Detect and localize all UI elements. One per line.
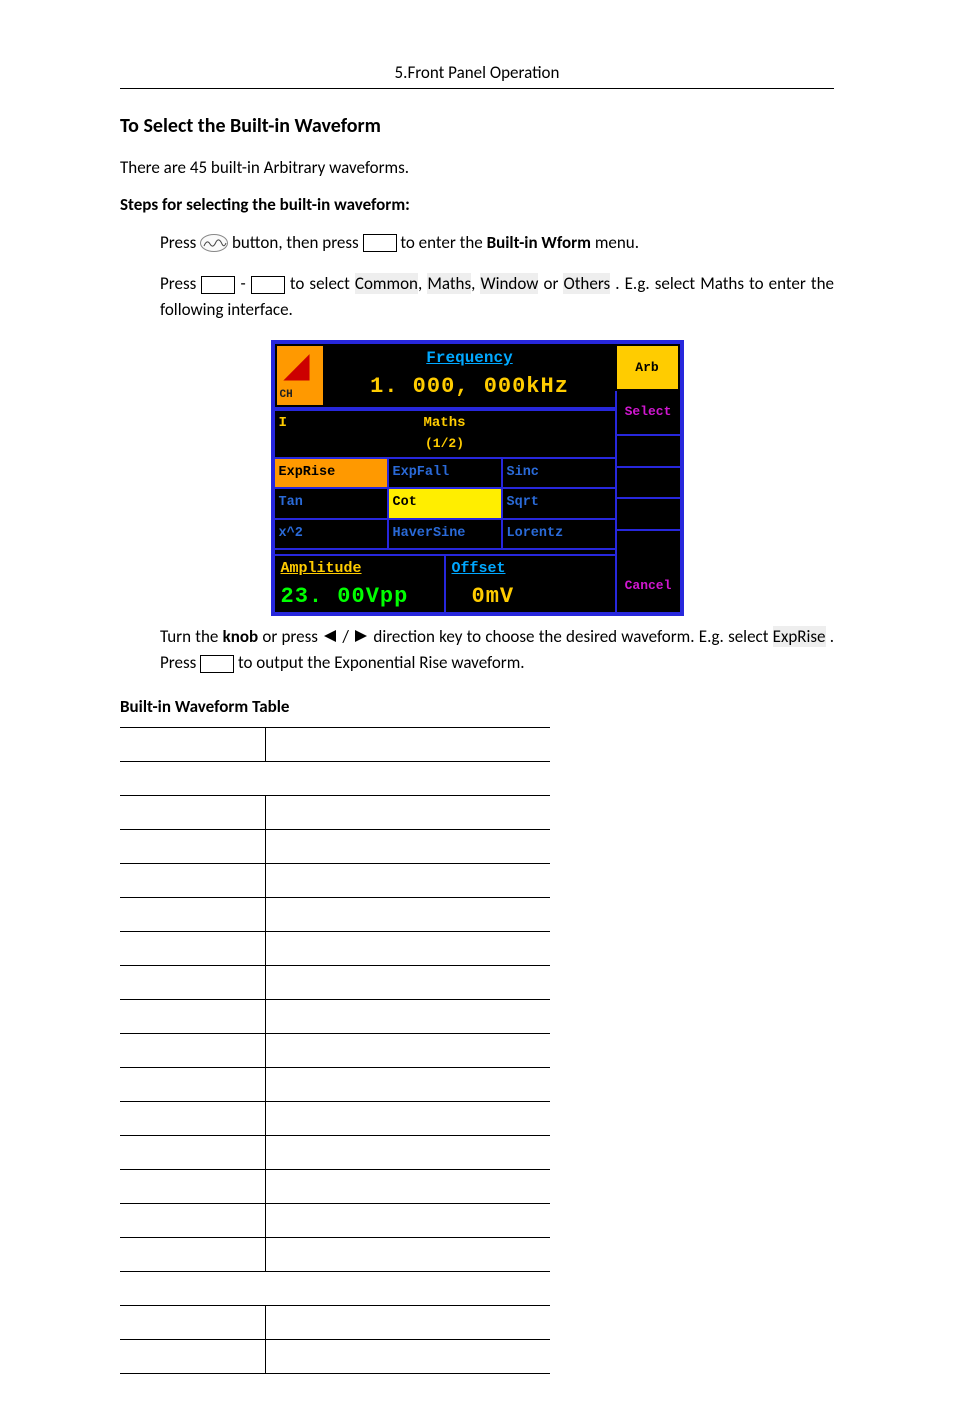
step1-a: Press bbox=[160, 232, 200, 253]
steps-heading: Steps for selecting the built-in wavefor… bbox=[120, 192, 834, 218]
step3-a: Turn the bbox=[160, 626, 223, 647]
channel-badge: ◢ CH bbox=[275, 344, 325, 407]
step3-c: direction key to choose the desired wave… bbox=[373, 626, 772, 647]
table-row bbox=[120, 728, 550, 762]
softkey-gap bbox=[615, 531, 680, 560]
table-row bbox=[120, 1000, 550, 1034]
table-row bbox=[120, 1068, 550, 1102]
softkey-placeholder-b bbox=[251, 276, 285, 294]
step1-e: menu. bbox=[595, 232, 639, 253]
page-header: 5.Front Panel Operation bbox=[120, 60, 834, 89]
softkey-placeholder bbox=[363, 234, 397, 252]
step2-a: Press bbox=[160, 273, 201, 294]
instrument-panel: ◢ CH Frequency 1. 000, 000kHz I Maths (1… bbox=[120, 340, 834, 616]
table-row bbox=[120, 1170, 550, 1204]
table-row bbox=[120, 830, 550, 864]
side-softkeys: Arb Select Cancel bbox=[615, 344, 680, 612]
grid-category: Maths bbox=[423, 415, 465, 431]
step-3: Turn the knob or press / direction key t… bbox=[160, 624, 834, 676]
frequency-label: Frequency bbox=[325, 346, 615, 370]
table-sep bbox=[120, 762, 550, 796]
cell-xsq[interactable]: x^2 bbox=[275, 520, 389, 548]
table-row bbox=[120, 1102, 550, 1136]
step1-c: to enter the bbox=[400, 232, 486, 253]
softkey-select[interactable]: Select bbox=[615, 391, 680, 436]
grid-page: (1/2) bbox=[425, 436, 464, 451]
hl-exprise: ExpRise bbox=[773, 626, 826, 647]
table-row bbox=[120, 796, 550, 830]
step3-e: to output the Exponential Rise waveform. bbox=[238, 652, 525, 673]
waveform-table bbox=[120, 727, 550, 1374]
table-heading: Built-in Waveform Table bbox=[120, 694, 834, 720]
hl-maths: Maths bbox=[427, 273, 471, 294]
grid-row-2: Tan Cot Sqrt bbox=[275, 489, 615, 519]
cell-cot[interactable]: Cot bbox=[389, 489, 503, 517]
table-row bbox=[120, 1238, 550, 1272]
waveform-grid: I Maths (1/2) ExpRise ExpFall Sinc Tan C… bbox=[275, 409, 615, 550]
table-row bbox=[120, 1340, 550, 1374]
left-arrow-icon bbox=[322, 625, 338, 651]
amplitude-label: Amplitude bbox=[281, 558, 438, 581]
table-row bbox=[120, 864, 550, 898]
softkey-blank-3[interactable] bbox=[615, 499, 680, 531]
cell-sinc[interactable]: Sinc bbox=[503, 459, 615, 487]
panel-bottom-row: Amplitude 23. 00Vpp Offset 0mV bbox=[275, 556, 615, 612]
offset-value: 0mV bbox=[452, 580, 609, 613]
table-row bbox=[120, 1204, 550, 1238]
cell-exprise[interactable]: ExpRise bbox=[275, 459, 389, 487]
hl-window: Window bbox=[480, 273, 538, 294]
panel-top-row: ◢ CH Frequency 1. 000, 000kHz bbox=[275, 344, 615, 409]
cell-expfall[interactable]: ExpFall bbox=[389, 459, 503, 487]
step2-sep: - bbox=[240, 273, 250, 294]
offset-label: Offset bbox=[452, 558, 609, 581]
frequency-value: 1. 000, 000kHz bbox=[325, 370, 615, 403]
cell-tan[interactable]: Tan bbox=[275, 489, 389, 517]
hl-common: Common bbox=[355, 273, 418, 294]
table-row bbox=[120, 1136, 550, 1170]
step2-c: to select bbox=[290, 273, 355, 294]
softkey-blank-1[interactable] bbox=[615, 436, 680, 468]
step-2: Press - to select Common, Maths, Window … bbox=[160, 271, 834, 322]
softkey-cancel[interactable]: Cancel bbox=[615, 560, 680, 611]
intro-text: There are 45 built-in Arbitrary waveform… bbox=[120, 155, 834, 181]
step-1: Press button, then press to enter the Bu… bbox=[160, 230, 834, 256]
amplitude-display: Amplitude 23. 00Vpp bbox=[275, 556, 446, 612]
table-row bbox=[120, 966, 550, 1000]
channel-waveform-icon: ◢ bbox=[285, 352, 310, 384]
cell-haversine[interactable]: HaverSine bbox=[389, 520, 503, 548]
channel-label: CH bbox=[280, 387, 293, 404]
frequency-display: Frequency 1. 000, 000kHz bbox=[325, 344, 615, 407]
grid-header: I Maths (1/2) bbox=[275, 411, 615, 459]
step3-b: or press bbox=[262, 626, 322, 647]
table-sep bbox=[120, 1272, 550, 1306]
amplitude-value: 23. 00Vpp bbox=[281, 580, 438, 613]
table-row bbox=[120, 932, 550, 966]
cell-sqrt[interactable]: Sqrt bbox=[503, 489, 615, 517]
softkey-placeholder-c bbox=[200, 655, 234, 673]
step1-b: button, then press bbox=[232, 232, 363, 253]
grid-row-3: x^2 HaverSine Lorentz bbox=[275, 520, 615, 548]
table-row bbox=[120, 1034, 550, 1068]
softkey-arb[interactable]: Arb bbox=[615, 344, 680, 391]
step1-menu-name: Built-in Wform bbox=[487, 232, 591, 253]
offset-display: Offset 0mV bbox=[446, 556, 615, 612]
table-row bbox=[120, 898, 550, 932]
knob-word: knob bbox=[223, 626, 259, 647]
arb-button-icon bbox=[200, 234, 228, 252]
grid-row-1: ExpRise ExpFall Sinc bbox=[275, 459, 615, 489]
softkey-placeholder-a bbox=[201, 276, 235, 294]
softkey-blank-2[interactable] bbox=[615, 468, 680, 500]
cell-lorentz[interactable]: Lorentz bbox=[503, 520, 615, 548]
table-row bbox=[120, 1306, 550, 1340]
section-title: To Select the Built-in Waveform bbox=[120, 111, 834, 141]
hl-others: Others bbox=[563, 273, 610, 294]
right-arrow-icon bbox=[353, 625, 369, 651]
grid-indicator: I bbox=[279, 413, 287, 434]
